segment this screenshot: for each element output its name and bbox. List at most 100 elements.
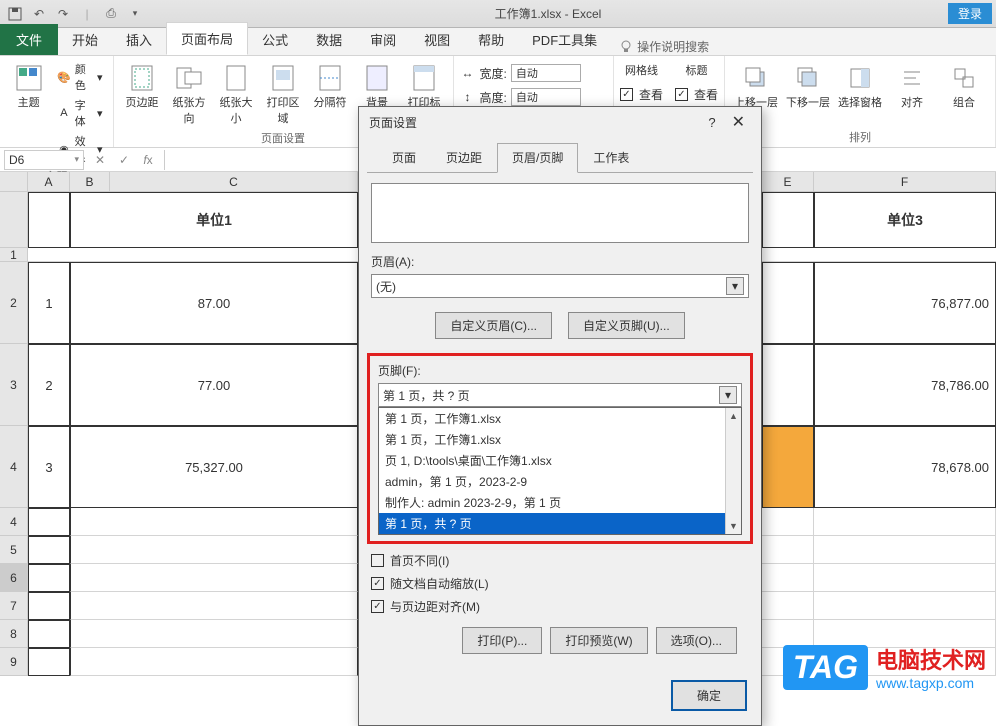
- bring-forward-button[interactable]: 上移一层: [731, 60, 781, 112]
- tab-file[interactable]: 文件: [0, 24, 58, 55]
- cell[interactable]: [70, 508, 358, 536]
- dlg-tab-header-footer[interactable]: 页眉/页脚: [497, 143, 578, 173]
- login-button[interactable]: 登录: [948, 3, 992, 24]
- cell[interactable]: 78,786.00: [814, 344, 996, 426]
- cell[interactable]: 75,327.00: [70, 426, 358, 508]
- breaks-button[interactable]: 分隔符: [308, 60, 353, 112]
- tab-insert[interactable]: 插入: [112, 24, 166, 55]
- tab-formulas[interactable]: 公式: [248, 24, 302, 55]
- theme-fonts[interactable]: A字体 ▾: [53, 96, 106, 130]
- cell[interactable]: [762, 344, 814, 426]
- theme-colors[interactable]: 🎨颜色 ▾: [53, 60, 106, 94]
- qat-dropdown-icon[interactable]: ▾: [124, 3, 146, 25]
- cell[interactable]: [762, 426, 814, 508]
- row-header[interactable]: 7: [0, 592, 28, 620]
- cell[interactable]: [28, 536, 70, 564]
- group-button[interactable]: 组合: [939, 60, 989, 112]
- tab-help[interactable]: 帮助: [464, 24, 518, 55]
- chevron-down-icon[interactable]: ▾: [719, 386, 737, 404]
- tab-page-layout[interactable]: 页面布局: [166, 22, 248, 55]
- footer-option[interactable]: 制作人: admin 2023-2-9，第 1 页: [379, 492, 741, 513]
- cell[interactable]: 77.00: [70, 344, 358, 426]
- col-header-f[interactable]: F: [814, 172, 996, 191]
- row-header[interactable]: 6: [0, 564, 28, 592]
- cancel-formula-icon[interactable]: ✕: [90, 150, 110, 170]
- cell[interactable]: [28, 648, 70, 676]
- cell[interactable]: [762, 192, 814, 248]
- cell[interactable]: 3: [28, 426, 70, 508]
- align-margins-check[interactable]: ✓与页边距对齐(M): [371, 598, 749, 615]
- headings-view-check[interactable]: ✓查看: [675, 86, 718, 103]
- cell[interactable]: [28, 564, 70, 592]
- cell[interactable]: [762, 592, 814, 620]
- cell-unit3-header[interactable]: 单位3: [814, 192, 996, 248]
- dlg-tab-margins[interactable]: 页边距: [431, 143, 497, 172]
- tab-data[interactable]: 数据: [302, 24, 356, 55]
- row-header[interactable]: 3: [0, 344, 28, 426]
- col-header-a[interactable]: A: [28, 172, 70, 191]
- cell[interactable]: [70, 620, 358, 648]
- row-header[interactable]: [0, 192, 28, 248]
- dialog-close-icon[interactable]: ✕: [726, 112, 751, 132]
- cell[interactable]: 78,678.00: [814, 426, 996, 508]
- tab-review[interactable]: 审阅: [356, 24, 410, 55]
- undo-icon[interactable]: ↶: [28, 3, 50, 25]
- themes-button[interactable]: 主题: [6, 60, 51, 112]
- col-header-b[interactable]: B: [70, 172, 110, 191]
- row-header[interactable]: 8: [0, 620, 28, 648]
- print-button[interactable]: 打印(P)...: [462, 627, 542, 654]
- cell[interactable]: [762, 508, 814, 536]
- cell[interactable]: 76,877.00: [814, 262, 996, 344]
- redo-icon[interactable]: ↷: [52, 3, 74, 25]
- tell-me-search[interactable]: 操作说明搜索: [619, 38, 709, 55]
- print-area-button[interactable]: 打印区域: [261, 60, 306, 128]
- cell[interactable]: [814, 508, 996, 536]
- cell[interactable]: [28, 620, 70, 648]
- tab-home[interactable]: 开始: [58, 24, 112, 55]
- col-header-e[interactable]: E: [762, 172, 814, 191]
- tab-pdf[interactable]: PDF工具集: [518, 24, 611, 55]
- row-header[interactable]: 4: [0, 508, 28, 536]
- footer-option[interactable]: 第 1 页，共 ? 页: [379, 513, 741, 534]
- footer-combo[interactable]: 第 1 页，共 ? 页 ▾: [378, 383, 742, 407]
- cell[interactable]: [70, 536, 358, 564]
- select-all-corner[interactable]: [0, 172, 28, 191]
- custom-footer-button[interactable]: 自定义页脚(U)...: [568, 312, 685, 339]
- scale-with-doc-check[interactable]: ✓随文档自动缩放(L): [371, 575, 749, 592]
- dlg-tab-page[interactable]: 页面: [377, 143, 431, 172]
- cell[interactable]: [28, 592, 70, 620]
- size-button[interactable]: 纸张大小: [214, 60, 259, 128]
- print-preview-button[interactable]: 打印预览(W): [550, 627, 647, 654]
- cell[interactable]: 2: [28, 344, 70, 426]
- footer-option[interactable]: 页 1, D:\tools\桌面\工作簿1.xlsx: [379, 450, 741, 471]
- cell[interactable]: [762, 262, 814, 344]
- cell[interactable]: 1: [28, 262, 70, 344]
- row-header[interactable]: 9: [0, 648, 28, 676]
- row-header-1[interactable]: 1: [0, 248, 28, 262]
- dialog-help-icon[interactable]: ?: [698, 115, 725, 130]
- enter-formula-icon[interactable]: ✓: [114, 150, 134, 170]
- cell[interactable]: [28, 508, 70, 536]
- cell[interactable]: [70, 564, 358, 592]
- tab-view[interactable]: 视图: [410, 24, 464, 55]
- orientation-button[interactable]: 纸张方向: [167, 60, 212, 128]
- row-header[interactable]: 2: [0, 262, 28, 344]
- background-button[interactable]: 背景: [355, 60, 400, 112]
- height-input[interactable]: 自动: [511, 88, 581, 106]
- cell[interactable]: [814, 564, 996, 592]
- header-combo[interactable]: (无) ▾: [371, 274, 749, 298]
- footer-option[interactable]: admin，第 1 页，2023-2-9: [379, 471, 741, 492]
- footer-option[interactable]: 第 1 页，工作簿1.xlsx: [379, 429, 741, 450]
- custom-header-button[interactable]: 自定义页眉(C)...: [435, 312, 552, 339]
- fx-icon[interactable]: fx: [138, 150, 158, 170]
- gridlines-view-check[interactable]: ✓查看: [620, 86, 663, 103]
- cell[interactable]: [814, 592, 996, 620]
- cell[interactable]: [28, 192, 70, 248]
- align-button[interactable]: 对齐: [887, 60, 937, 112]
- footer-option[interactable]: 第 1 页，工作簿1.xlsx: [379, 408, 741, 429]
- width-input[interactable]: 自动: [511, 64, 581, 82]
- diff-first-page-check[interactable]: 首页不同(I): [371, 552, 749, 569]
- col-header-c[interactable]: C: [110, 172, 358, 191]
- dlg-tab-sheet[interactable]: 工作表: [578, 143, 644, 172]
- cell[interactable]: [762, 564, 814, 592]
